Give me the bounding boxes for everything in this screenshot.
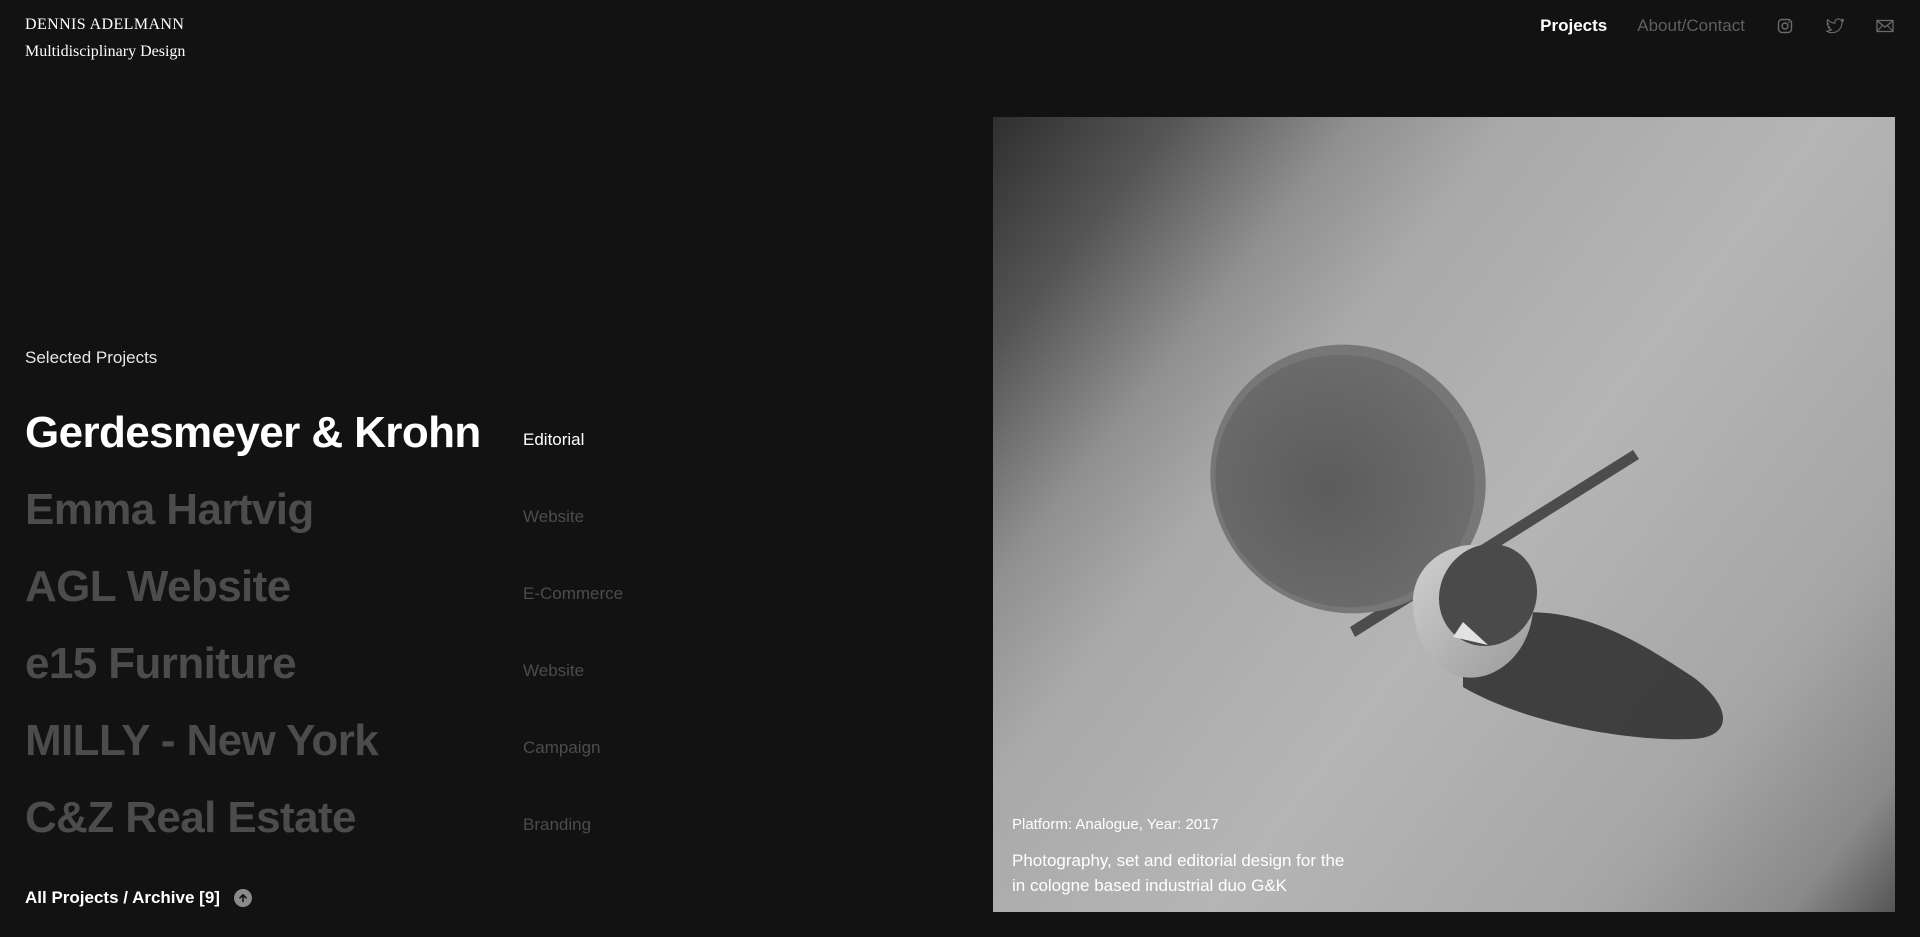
project-list: Gerdesmeyer & Krohn Editorial Emma Hartv…: [25, 402, 825, 864]
project-meta: Platform: Analogue, Year: 2017: [1012, 816, 1219, 833]
project-name[interactable]: C&Z Real Estate: [25, 787, 356, 849]
project-type: Website: [523, 661, 585, 680]
project-name[interactable]: Emma Hartvig: [25, 479, 314, 541]
project-row[interactable]: Gerdesmeyer & Krohn Editorial: [25, 402, 825, 479]
still-life-photo: [1210, 344, 1723, 740]
brand-tagline: Multidisciplinary Design: [25, 43, 186, 60]
featured-project-image[interactable]: Platform: Analogue, Year: 2017 Photograp…: [993, 117, 1895, 912]
project-row[interactable]: AGL Website E-Commerce: [25, 556, 825, 633]
nav-about-contact-link[interactable]: About/Contact: [1637, 16, 1745, 36]
project-type: E-Commerce: [523, 584, 624, 603]
brand-name[interactable]: DENNIS ADELMANN: [25, 15, 185, 35]
mail-icon[interactable]: [1875, 16, 1895, 36]
nav-projects-link[interactable]: Projects: [1540, 16, 1607, 36]
project-row[interactable]: MILLY - New York Campaign: [25, 710, 825, 787]
archive-label[interactable]: All Projects / Archive [9]: [25, 888, 220, 908]
arrow-up-icon[interactable]: [233, 889, 252, 907]
twitter-icon[interactable]: [1825, 16, 1845, 36]
top-navigation: Projects About/Contact: [1540, 15, 1895, 37]
instagram-icon[interactable]: [1775, 16, 1795, 36]
project-name[interactable]: MILLY - New York: [25, 710, 379, 772]
project-type: Editorial: [523, 430, 585, 449]
project-type: Branding: [523, 815, 592, 834]
project-name[interactable]: Gerdesmeyer & Krohn: [25, 402, 481, 464]
project-type: Website: [523, 507, 585, 526]
project-type: Campaign: [523, 738, 601, 757]
section-title: Selected Projects: [25, 348, 158, 367]
brand[interactable]: DENNIS ADELMANN Multidisciplinary Design: [25, 15, 185, 62]
project-description: Photography, set and editorial design fo…: [1012, 851, 1345, 895]
project-row[interactable]: C&Z Real Estate Branding: [25, 787, 825, 864]
archive-link[interactable]: All Projects / Archive [9]: [25, 888, 252, 908]
project-row[interactable]: Emma Hartvig Website: [25, 479, 825, 556]
project-row[interactable]: e15 Furniture Website: [25, 633, 825, 710]
project-name[interactable]: e15 Furniture: [25, 633, 297, 695]
project-name[interactable]: AGL Website: [25, 556, 291, 618]
